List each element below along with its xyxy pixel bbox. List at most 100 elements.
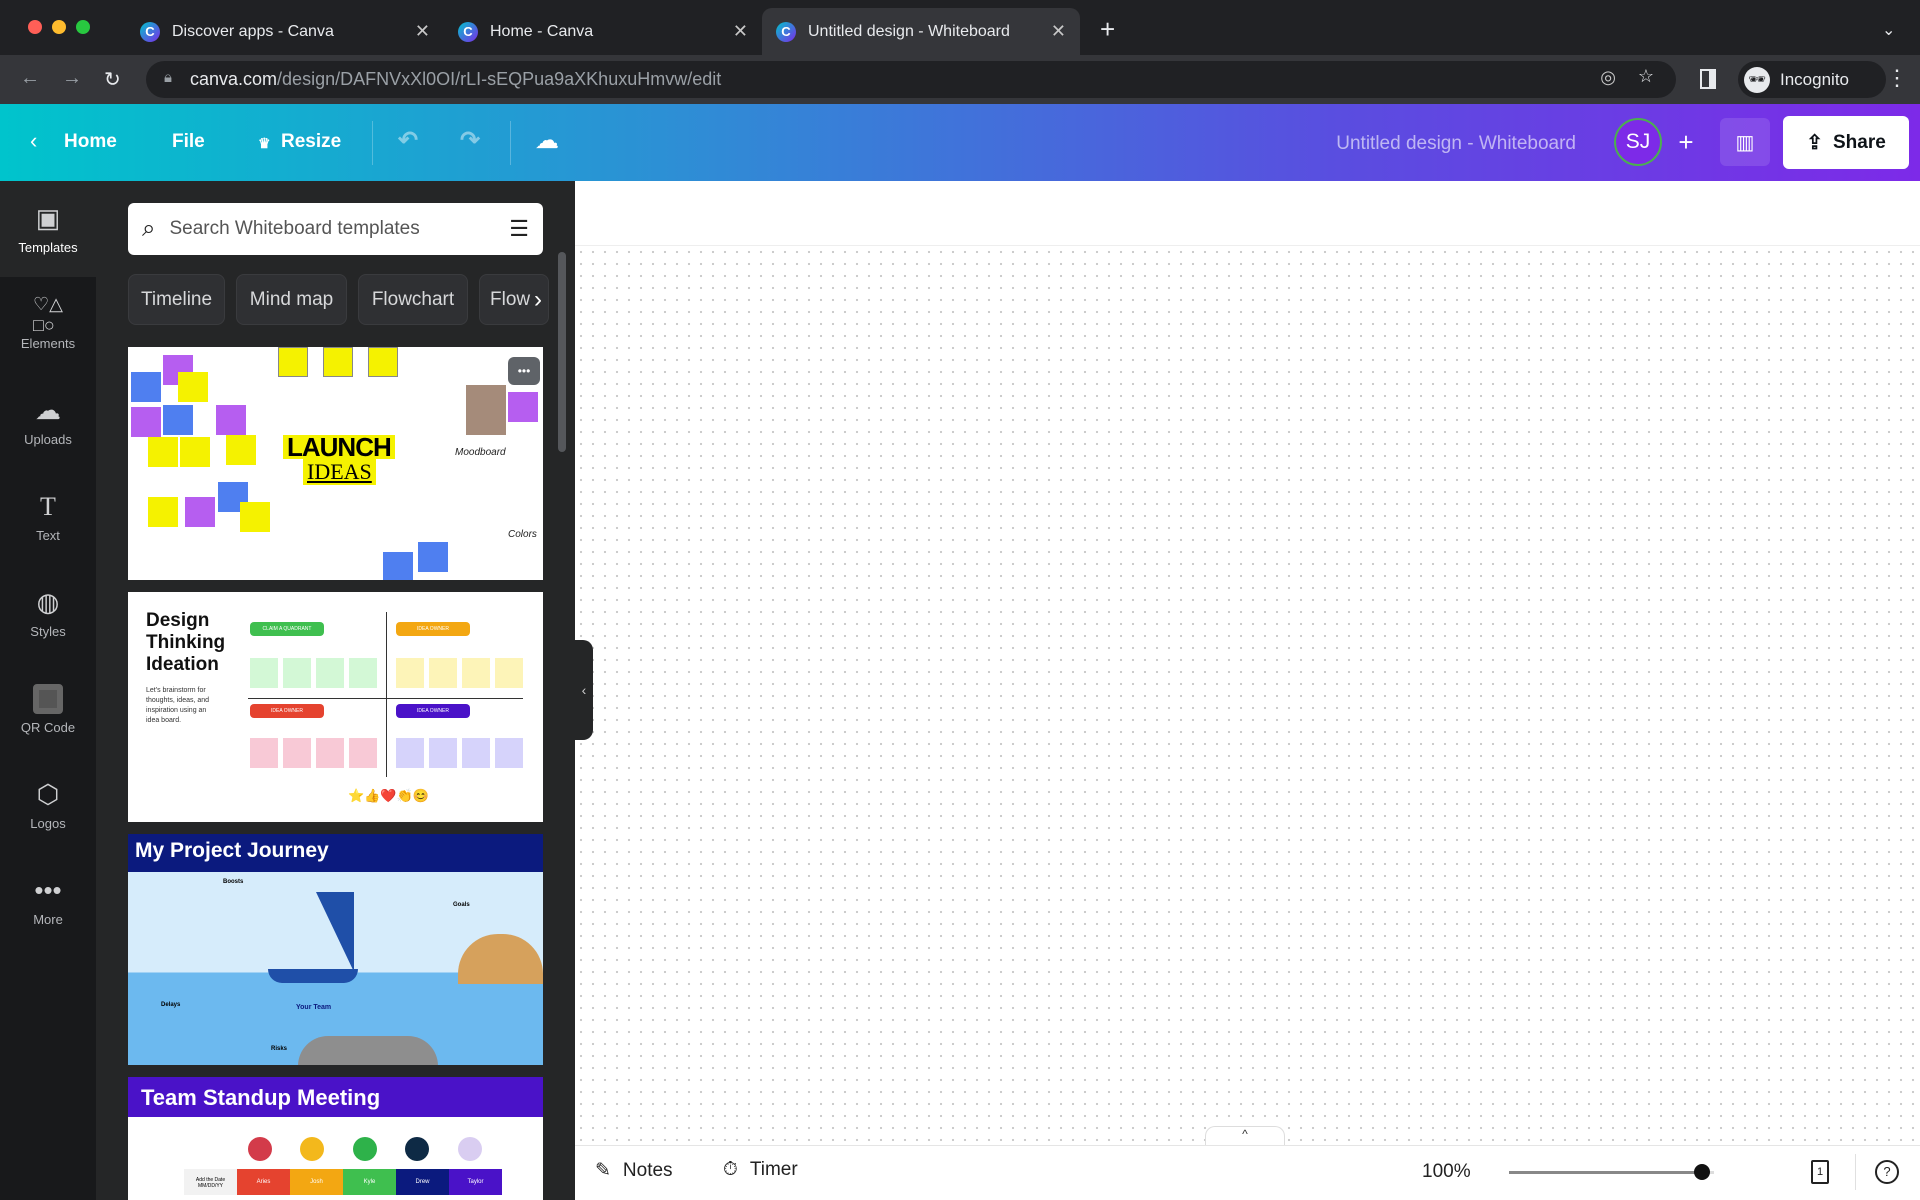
rail-item-more[interactable]: ••• More [0, 853, 96, 949]
crown-icon: ♛ [258, 135, 271, 151]
maximize-window-button[interactable] [76, 20, 90, 34]
name-cell: Josh [290, 1169, 343, 1195]
forward-arrow-icon[interactable]: → [62, 67, 82, 90]
chip-mind-map[interactable]: Mind map [236, 274, 347, 325]
rail-label: More [33, 911, 63, 927]
chip-flow[interactable]: Flow › [479, 274, 549, 325]
tag: IDEA OWNER [396, 704, 470, 718]
rail-label: Uploads [24, 431, 72, 447]
insights-chart-icon[interactable]: ▥ [1720, 118, 1770, 166]
browser-tab[interactable]: C Home - Canva ✕ [444, 8, 762, 55]
template-desc: Let's brainstorm for thoughts, ideas, an… [146, 687, 210, 724]
tab-title: Discover apps - Canva [172, 22, 334, 40]
url-host: canva.com [190, 69, 278, 89]
tab-search-chevron-icon[interactable]: ⌄ [1882, 20, 1895, 40]
notes-button[interactable]: ✎ Notes [595, 1159, 673, 1182]
user-avatar[interactable]: SJ [1614, 118, 1662, 166]
close-tab-icon[interactable]: ✕ [415, 21, 430, 42]
chevron-right-icon[interactable]: › [534, 286, 542, 314]
search-icon: ⌕ [142, 215, 156, 242]
incognito-profile-button[interactable]: 🕶︎ Incognito [1738, 61, 1886, 98]
rail-item-logos[interactable]: ⬡ Logos [0, 757, 96, 853]
browser-menu-icon[interactable]: ⋮ [1886, 65, 1908, 91]
template-title: Design Thinking Ideation [146, 610, 226, 675]
zoom-percentage[interactable]: 100% [1422, 1161, 1471, 1183]
add-collaborator-button[interactable]: + [1670, 118, 1702, 166]
file-menu-button[interactable]: File [172, 131, 205, 153]
upload-cloud-icon: ☁ [35, 395, 61, 425]
close-window-button[interactable] [28, 20, 42, 34]
resize-button[interactable]: Resize [281, 131, 341, 153]
moodboard-photo [466, 385, 506, 435]
palette-icon: ◍ [36, 587, 60, 617]
divider [1855, 1154, 1856, 1190]
browser-tab-bar: C Discover apps - Canva ✕ C Home - Canva… [0, 0, 1920, 55]
reload-icon[interactable]: ↻ [104, 67, 121, 92]
risks-label: Risks [271, 1046, 288, 1052]
share-button[interactable]: ⇪ Share [1783, 116, 1909, 169]
tag: IDEA OWNER [396, 622, 470, 636]
zoom-slider-thumb[interactable] [1693, 1164, 1710, 1180]
eye-slash-icon[interactable]: ◎ [1600, 67, 1616, 88]
rail-item-text[interactable]: T Text [0, 469, 96, 565]
rail-label: QR Code [20, 719, 76, 735]
rail-item-styles[interactable]: ◍ Styles [0, 565, 96, 661]
rail-item-elements[interactable]: ♡△ □○ Elements [0, 277, 96, 373]
side-panel-icon[interactable] [1700, 69, 1716, 89]
tab-title: Home - Canva [490, 22, 594, 40]
date-cell: Add the Date MM/DD/YY [184, 1169, 237, 1195]
goals-label: Goals [453, 902, 470, 908]
home-button[interactable]: Home [64, 131, 117, 153]
search-input[interactable]: ⌕ Search Whiteboard templates ☰ [128, 203, 543, 255]
zoom-slider[interactable] [1509, 1164, 1714, 1180]
template-team-standup[interactable]: Team Standup Meeting Add the Date MM/DD/… [128, 1077, 543, 1200]
rail-label: Styles [30, 623, 66, 639]
chip-timeline[interactable]: Timeline [128, 274, 225, 325]
rail-item-uploads[interactable]: ☁ Uploads [0, 373, 96, 469]
name-cell: Taylor [449, 1169, 502, 1195]
templates-icon: ▣ [35, 203, 61, 233]
template-project-journey[interactable]: My Project Journey Boosts Goals Delays R… [128, 834, 543, 1065]
divider [372, 121, 373, 165]
redo-icon[interactable]: ↷ [460, 126, 480, 155]
chip-label: Flow [490, 288, 531, 310]
minimize-window-button[interactable] [52, 20, 66, 34]
filter-sliders-icon[interactable]: ☰ [509, 216, 529, 242]
help-button[interactable]: ? [1875, 1160, 1899, 1184]
canva-favicon-icon: C [140, 21, 160, 42]
new-tab-button[interactable]: + [1100, 14, 1115, 45]
close-tab-icon[interactable]: ✕ [733, 21, 748, 42]
panel-scrollbar[interactable] [558, 252, 566, 452]
template-launch-ideas[interactable]: LAUNCH IDEAS Moodboard Colors ••• [128, 347, 543, 580]
browser-tab-active[interactable]: C Untitled design - Whiteboard ✕ [762, 8, 1080, 55]
templates-panel: ⌕ Search Whiteboard templates ☰ Timeline… [96, 181, 575, 1200]
chevron-left-icon[interactable]: ‹ [30, 128, 37, 154]
rail-label: Logos [30, 815, 66, 831]
qr-icon [33, 683, 63, 714]
template-design-thinking[interactable]: Design Thinking Ideation Let's brainstor… [128, 592, 543, 822]
rail-item-templates[interactable]: ▣ Templates [0, 181, 96, 277]
reaction-icons: ⭐👍❤️👏😊 [348, 788, 429, 803]
expand-pages-chevron-icon[interactable]: ^ [1205, 1126, 1285, 1146]
browser-tab[interactable]: C Discover apps - Canva ✕ [126, 8, 444, 55]
share-upload-icon: ⇪ [1806, 132, 1823, 154]
bookmark-star-icon[interactable]: ☆ [1638, 66, 1654, 87]
launch-title: LAUNCH [283, 434, 395, 460]
whiteboard-canvas[interactable]: ^ [575, 181, 1920, 1146]
address-bar[interactable]: 🔒︎ canva.com/design/DAFNVxXl0OI/rLI-sEQP… [146, 61, 1676, 98]
document-title[interactable]: Untitled design - Whiteboard [1250, 133, 1576, 155]
logo-icon: ⬡ [36, 779, 60, 809]
timer-label: Timer [749, 1159, 798, 1180]
chip-flowchart[interactable]: Flowchart [358, 274, 468, 325]
more-options-icon[interactable]: ••• [508, 357, 540, 385]
back-arrow-icon[interactable]: ← [20, 67, 40, 90]
close-tab-icon[interactable]: ✕ [1051, 21, 1066, 42]
collapse-panel-handle[interactable]: ‹ [575, 640, 593, 740]
undo-icon[interactable]: ↶ [398, 126, 418, 155]
lock-icon: 🔒︎ [164, 69, 172, 86]
timer-button[interactable]: ⏱︎ Timer [723, 1159, 798, 1181]
page-count-button[interactable]: 1 [1811, 1160, 1829, 1184]
rail-item-qr-code[interactable]: QR Code [0, 661, 96, 757]
cloud-saved-icon[interactable]: ☁ [535, 126, 559, 155]
sailboat-illustration [278, 892, 354, 972]
